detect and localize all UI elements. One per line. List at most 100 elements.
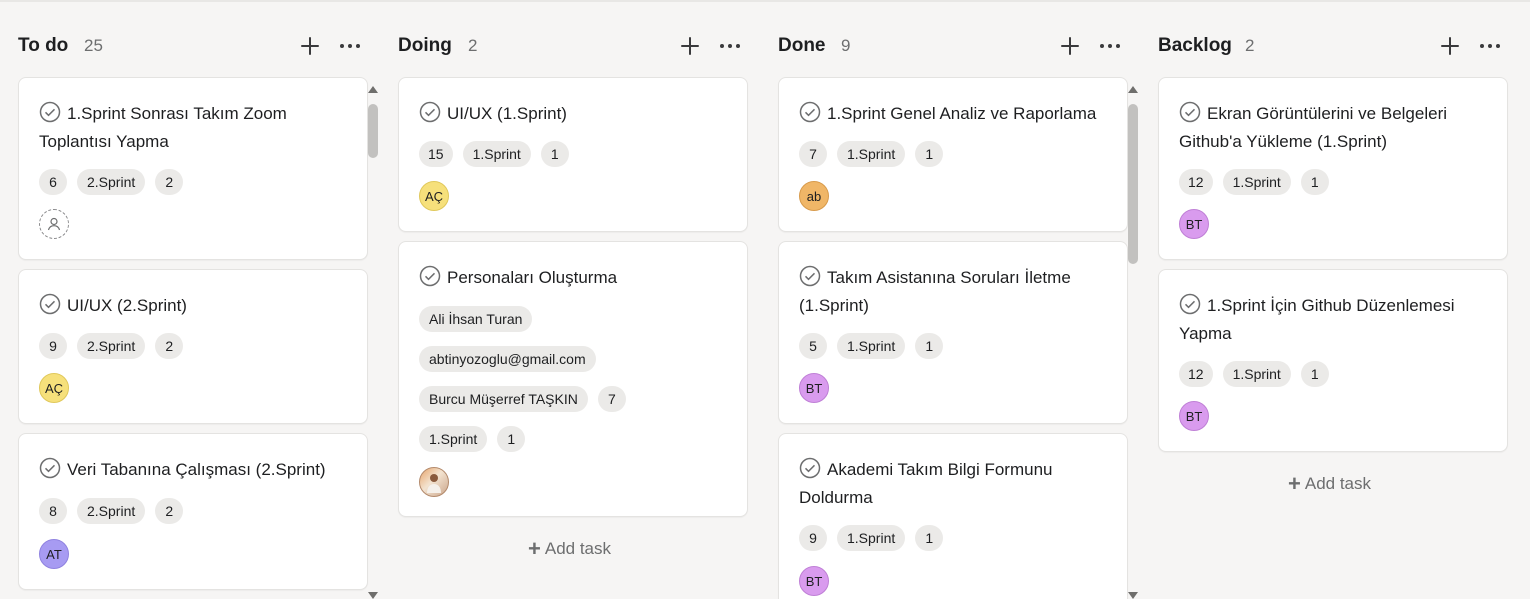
person-photo-icon [427,474,441,493]
assignee-avatar[interactable]: BT [799,566,829,596]
field-chip[interactable]: 7 [597,386,626,412]
field-chip[interactable]: 1.Sprint [1222,361,1291,387]
scroll-thumb[interactable] [1128,104,1138,264]
task-card[interactable]: Akademi Takım Bilgi Formunu Doldurma 9 1… [778,433,1128,599]
field-chip[interactable]: 7 [799,141,827,167]
task-card[interactable]: 1.Sprint Sonrası Takım Zoom Toplantısı Y… [18,77,368,260]
field-chip[interactable]: 8 [39,498,67,524]
field-chip[interactable]: 1.Sprint [837,333,906,359]
task-card[interactable]: Takım Asistanına Soruları İletme (1.Spri… [778,241,1128,424]
field-chip[interactable]: 1 [915,525,944,551]
field-chip[interactable]: 1 [1300,169,1329,195]
scroll-thumb[interactable] [368,104,378,158]
task-title[interactable]: Personaları Oluşturma [419,264,719,292]
add-task-button[interactable]: + Add task [1288,473,1371,495]
field-chip[interactable]: 1.Sprint [419,426,488,452]
field-chip[interactable]: 2 [155,169,184,195]
assignee-avatar[interactable]: AT [39,539,69,569]
more-icon [340,44,360,48]
field-chip[interactable]: 1 [1300,361,1329,387]
assignee-avatar[interactable]: AÇ [39,373,69,403]
field-chip[interactable]: 6 [39,169,67,195]
field-chip[interactable]: 2.Sprint [77,169,146,195]
complete-check-icon[interactable] [799,101,821,123]
complete-check-icon[interactable] [799,265,821,287]
field-chip[interactable]: 1 [497,426,526,452]
task-card[interactable]: 1.Sprint İçin Github Düzenlemesi Yapma 1… [1158,269,1508,452]
assignee-avatar[interactable]: BT [1179,401,1209,431]
add-task-plus-button[interactable] [296,32,324,60]
add-task-plus-button[interactable] [1056,32,1084,60]
complete-check-icon[interactable] [1179,293,1201,315]
field-chip[interactable]: 2 [155,498,184,524]
field-chip[interactable]: 1.Sprint [462,141,531,167]
field-chip[interactable]: 9 [799,525,827,551]
assignee-photo-avatar[interactable] [419,467,449,497]
complete-check-icon[interactable] [39,293,61,315]
person-icon [47,217,61,231]
scroll-down-arrow[interactable] [368,592,378,599]
scroll-up-arrow[interactable] [1128,86,1138,93]
task-title[interactable]: 1.Sprint Sonrası Takım Zoom Toplantısı Y… [39,100,339,156]
complete-check-icon[interactable] [419,101,441,123]
field-chip[interactable]: abtinyozoglu@gmail.com [419,346,596,372]
assignee-avatar[interactable]: BT [1179,209,1209,239]
todo-scrollbar[interactable] [366,82,380,599]
task-title[interactable]: UI/UX (2.Sprint) [39,292,339,320]
column-more-button[interactable] [1096,32,1124,60]
task-card[interactable]: UI/UX (2.Sprint) 9 2.Sprint 2 AÇ [18,269,368,424]
field-chip[interactable]: Burcu Müşerref TAŞKIN [419,386,588,412]
field-chip[interactable]: 1 [915,333,944,359]
field-chip[interactable]: 5 [799,333,827,359]
unassigned-avatar[interactable] [39,209,69,239]
field-chip[interactable]: 9 [39,333,67,359]
assignee-avatar[interactable]: ab [799,181,829,211]
task-title[interactable]: 1.Sprint Genel Analiz ve Raporlama [799,100,1099,128]
field-chip[interactable]: 1.Sprint [837,141,906,167]
task-card[interactable]: Personaları Oluşturma Ali İhsan Turan ab… [398,241,748,517]
complete-check-icon[interactable] [419,265,441,287]
field-chip[interactable]: Ali İhsan Turan [419,306,533,332]
field-chip[interactable]: 12 [1179,169,1213,195]
column-backlog: Backlog 2 Ekran Görüntülerini ve Belgele… [1140,2,1508,599]
task-title[interactable]: 1.Sprint İçin Github Düzenlemesi Yapma [1179,292,1479,348]
task-title[interactable]: UI/UX (1.Sprint) [419,100,719,128]
field-chip[interactable]: 12 [1179,361,1213,387]
task-title[interactable]: Akademi Takım Bilgi Formunu Doldurma [799,456,1099,512]
assignee-avatar[interactable]: AÇ [419,181,449,211]
task-card[interactable]: UI/UX (1.Sprint) 15 1.Sprint 1 AÇ [398,77,748,232]
more-icon [1100,44,1120,48]
add-task-plus-button[interactable] [676,32,704,60]
more-icon [1480,44,1500,48]
field-chip[interactable]: 1 [540,141,569,167]
task-card[interactable]: Ekran Görüntülerini ve Belgeleri Github'… [1158,77,1508,260]
field-chip[interactable]: 2.Sprint [77,333,146,359]
field-chip[interactable]: 1.Sprint [1222,169,1291,195]
complete-check-icon[interactable] [39,101,61,123]
scroll-up-arrow[interactable] [368,86,378,93]
column-more-button[interactable] [716,32,744,60]
column-more-button[interactable] [1476,32,1504,60]
complete-check-icon[interactable] [799,457,821,479]
field-chip[interactable]: 1.Sprint [837,525,906,551]
done-scrollbar[interactable] [1126,82,1140,599]
task-title[interactable]: Ekran Görüntülerini ve Belgeleri Github'… [1179,100,1479,156]
scroll-down-arrow[interactable] [1128,592,1138,599]
complete-check-icon[interactable] [1179,101,1201,123]
field-chip[interactable]: 2 [155,333,184,359]
assignee-avatar[interactable]: BT [799,373,829,403]
field-chip[interactable]: 2.Sprint [77,498,146,524]
task-card[interactable]: Veri Tabanına Çalışması (2.Sprint) 8 2.S… [18,433,368,590]
field-chip[interactable]: 1 [915,141,944,167]
board: To do 25 1.Sprint Sonrası Takım Zoom Top… [0,2,1530,599]
add-task-button[interactable]: + Add task [528,538,611,560]
task-title[interactable]: Veri Tabanına Çalışması (2.Sprint) [39,456,339,484]
task-title[interactable]: Takım Asistanına Soruları İletme (1.Spri… [799,264,1099,320]
card-fields: 5 1.Sprint 1 [799,333,944,359]
complete-check-icon[interactable] [39,457,61,479]
column-more-button[interactable] [336,32,364,60]
add-task-plus-button[interactable] [1436,32,1464,60]
task-card[interactable]: 1.Sprint Genel Analiz ve Raporlama 7 1.S… [778,77,1128,232]
field-chip[interactable]: 15 [419,141,453,167]
column-header: Backlog 2 [1158,32,1504,60]
